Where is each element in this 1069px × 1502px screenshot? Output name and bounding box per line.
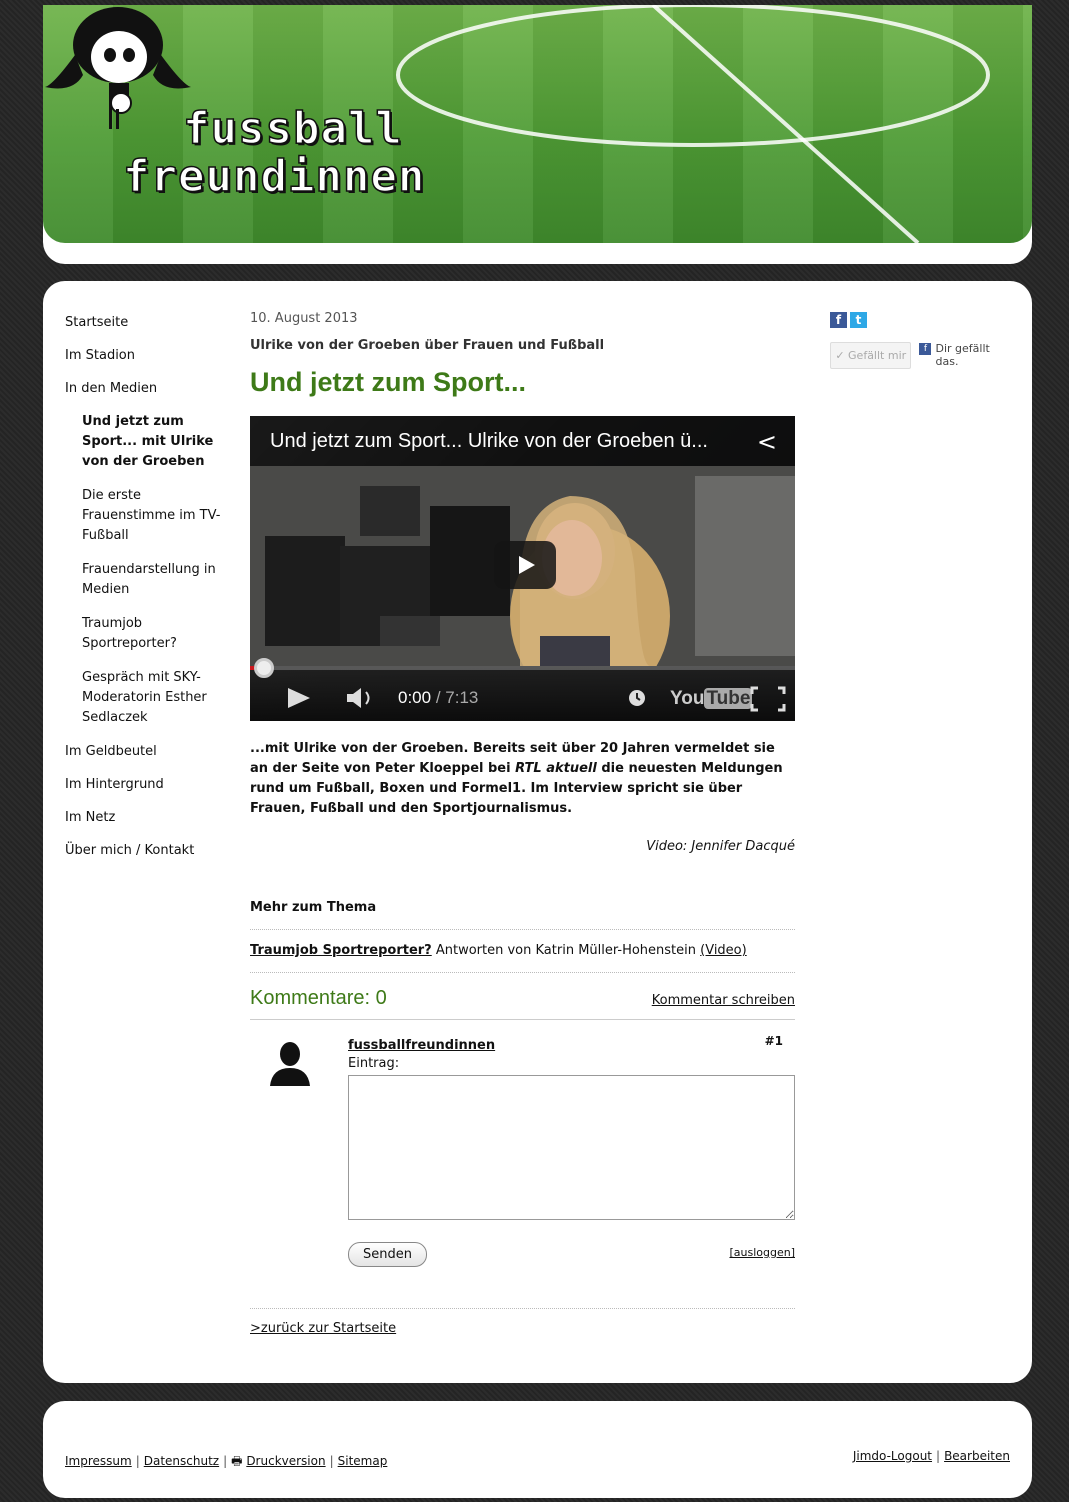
footer-links-right: Jimdo-Logout | Bearbeiten — [853, 1449, 1010, 1463]
divider — [250, 1019, 795, 1020]
fullscreen-icon[interactable] — [750, 686, 786, 712]
comment-textarea[interactable] — [348, 1075, 795, 1220]
like-status: f Dir gefällt das. — [919, 342, 1010, 368]
related-text: Antworten von Katrin Müller-Hohenstein — [431, 943, 701, 958]
main-card: Startseite Im Stadion In den Medien Und … — [43, 281, 1032, 1383]
article-headline: Und jetzt zum Sport... — [250, 367, 526, 397]
nav-subitem-erste-frauenstimme[interactable]: Die erste Frauenstimme im TV-Fußball — [65, 486, 230, 546]
youtube-you: You — [670, 688, 705, 709]
impressum-link[interactable]: Impressum — [65, 1454, 132, 1468]
video-controls: 0:00 / 7:13 You Tube — [250, 658, 795, 721]
logo-wordmark[interactable]: fussball freundinnen — [122, 103, 426, 202]
watch-later-icon[interactable] — [627, 688, 647, 708]
sidebar-nav: Startseite Im Stadion In den Medien Und … — [65, 313, 230, 874]
site-header: fussball freundinnen — [43, 5, 1032, 264]
avatar-icon — [270, 1042, 310, 1086]
video-title[interactable]: Und jetzt zum Sport... Ulrike von der Gr… — [250, 416, 795, 466]
divider — [250, 929, 795, 930]
video-credit: Video: Jennifer Dacqué — [646, 839, 795, 854]
footer-links-left: Impressum | Datenschutz | 🖶 Druckversion | Sit… — [65, 1452, 387, 1473]
comment-author-link[interactable]: fussballfreundinnen — [348, 1038, 495, 1053]
social-column: f t ✓ Gefällt mir f Dir gefällt das. — [830, 312, 1010, 369]
separator: | — [936, 1449, 941, 1463]
youtube-tube: Tube — [704, 688, 753, 709]
nav-item-im-geldbeutel[interactable]: Im Geldbeutel — [65, 742, 230, 761]
nav-subitem-frauendarstellung[interactable]: Frauendarstellung in Medien — [65, 560, 230, 600]
sitemap-link[interactable]: Sitemap — [338, 1454, 388, 1468]
datenschutz-link[interactable]: Datenschutz — [144, 1454, 219, 1468]
play-overlay-button[interactable] — [494, 541, 556, 589]
nav-item-im-stadion[interactable]: Im Stadion — [65, 346, 230, 365]
article-lead: ...mit Ulrike von der Groeben. Bereits s… — [250, 739, 795, 819]
comments-title: Kommentare: 0 — [250, 987, 387, 1009]
comment-number: #1 — [764, 1034, 783, 1048]
share-icon[interactable]: < — [757, 428, 777, 456]
separator: | — [329, 1454, 334, 1468]
divider — [250, 972, 795, 973]
video-time-current: 0:00 — [398, 688, 432, 707]
article-subtitle: Ulrike von der Groeben über Frauen und F… — [250, 338, 605, 353]
video-progress-bar[interactable] — [250, 666, 795, 670]
youtube-logo-icon[interactable]: You Tube — [670, 688, 753, 710]
separator: | — [223, 1454, 228, 1468]
play-icon[interactable] — [286, 686, 312, 710]
printer-icon[interactable]: 🖶 — [231, 1454, 246, 1468]
entry-label: Eintrag: — [348, 1056, 400, 1071]
nav-item-in-den-medien[interactable]: In den Medien — [65, 379, 230, 398]
divider — [250, 1308, 795, 1309]
logo-line-1: fussball — [182, 103, 403, 154]
nav-item-ueber-mich[interactable]: Über mich / Kontakt — [65, 841, 230, 860]
twitter-icon[interactable]: t — [850, 312, 867, 328]
comments-header: Kommentare: 0 Kommentar schreiben — [250, 987, 795, 1010]
related-link-traumjob[interactable]: Traumjob Sportreporter? — [250, 943, 432, 958]
related-link-video[interactable]: (Video) — [700, 943, 747, 958]
video-time-total: / 7:13 — [435, 688, 479, 707]
site-footer: Impressum | Datenschutz | 🖶 Druckversion | Sit… — [43, 1401, 1032, 1498]
facebook-icon[interactable]: f — [830, 312, 847, 328]
bearbeiten-link[interactable]: Bearbeiten — [944, 1449, 1010, 1463]
nav-item-im-netz[interactable]: Im Netz — [65, 808, 230, 827]
related-link-row: Traumjob Sportreporter? Antworten von Ka… — [250, 943, 795, 958]
like-row: ✓ Gefällt mir f Dir gefällt das. — [830, 342, 1010, 369]
write-comment-link[interactable]: Kommentar schreiben — [652, 993, 795, 1008]
header-banner: fussball freundinnen — [43, 5, 1032, 243]
more-topic-heading: Mehr zum Thema — [250, 900, 377, 915]
druckversion-link[interactable]: Druckversion — [246, 1454, 325, 1468]
send-button[interactable]: Senden — [348, 1242, 427, 1267]
comment-form: fussballfreundinnen #1 Eintrag: Senden [… — [250, 1034, 795, 1294]
social-icons: f t — [830, 312, 1010, 328]
volume-icon[interactable] — [345, 686, 381, 710]
logout-link[interactable]: [ausloggen] — [729, 1246, 795, 1259]
video-player[interactable]: Und jetzt zum Sport... Ulrike von der Gr… — [250, 416, 795, 721]
back-to-home-link[interactable]: >zurück zur Startseite — [250, 1321, 396, 1336]
nav-subitem-traumjob[interactable]: Traumjob Sportreporter? — [65, 614, 230, 654]
nav-item-im-hintergrund[interactable]: Im Hintergrund — [65, 775, 230, 794]
video-scrubber-knob[interactable] — [254, 658, 274, 678]
video-time: 0:00 / 7:13 — [398, 688, 478, 708]
separator: | — [135, 1454, 140, 1468]
jimdo-logout-link[interactable]: Jimdo-Logout — [853, 1449, 932, 1463]
facebook-small-icon: f — [919, 343, 932, 355]
nav-subitem-gespraech-sky[interactable]: Gespräch mit SKY-Moderatorin Esther Sedl… — [65, 668, 230, 728]
like-button[interactable]: ✓ Gefällt mir — [830, 342, 912, 369]
article-date: 10. August 2013 — [250, 311, 358, 326]
like-text: Dir gefällt das. — [935, 342, 990, 368]
nav-item-startseite[interactable]: Startseite — [65, 313, 230, 332]
lead-text-italic: RTL aktuell — [515, 761, 597, 776]
nav-subitem-und-jetzt-zum-sport[interactable]: Und jetzt zum Sport... mit Ulrike von de… — [65, 412, 230, 472]
logo-line-2: freundinnen — [122, 151, 426, 202]
article: 10. August 2013 Ulrike von der Groeben ü… — [250, 311, 795, 1336]
